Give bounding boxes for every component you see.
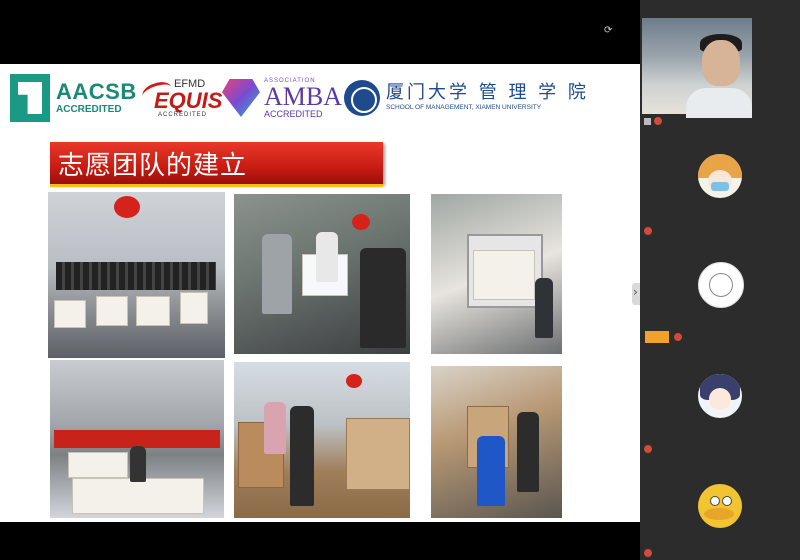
lantern-icon — [346, 374, 362, 388]
xmu-seal-icon — [344, 80, 380, 116]
volunteer-figure — [517, 412, 539, 492]
volunteer-figure — [316, 232, 338, 282]
supply-box — [54, 300, 86, 328]
participant-name-row — [674, 330, 686, 344]
equis-logo: EFMD EQUIS ACCREDITED — [140, 70, 222, 126]
cargo-boxes — [473, 250, 535, 300]
volunteer-figure — [477, 436, 505, 506]
supply-box — [136, 296, 170, 326]
camera-icon — [644, 117, 651, 125]
collapse-panel-tab[interactable] — [632, 283, 640, 305]
photo-handover — [234, 194, 410, 354]
aacsb-accredited-text: ACCREDITED — [56, 104, 122, 115]
volunteer-figure — [360, 248, 406, 348]
xmu-english-text: SCHOOL OF MANAGEMENT, XIAMEN UNIVERSITY — [386, 104, 542, 112]
mic-muted-icon — [644, 445, 652, 453]
photo-volunteer-group — [48, 192, 225, 358]
xmu-name-text: 厦门大学 管 理 学 院 — [386, 82, 589, 104]
mic-muted-icon — [644, 227, 652, 235]
participant-avatar[interactable] — [698, 484, 742, 528]
volunteer-figure — [130, 446, 146, 482]
volunteer-crowd — [56, 262, 216, 290]
aacsb-logo-text: AACSB — [56, 79, 137, 104]
participant-name-row — [644, 114, 666, 128]
volunteer-figure — [535, 278, 553, 338]
photo-carrying-boxes — [431, 366, 562, 518]
amba-gem-icon — [222, 79, 260, 117]
supply-box — [68, 452, 128, 478]
amba-accredited-text: ACCREDITED — [264, 108, 323, 119]
participant-name-row — [644, 546, 656, 560]
supply-box — [96, 296, 128, 326]
participant-name-row — [644, 224, 656, 238]
participant-avatar[interactable] — [698, 154, 742, 198]
photo-truck-loading — [431, 194, 562, 354]
aacsb-mark-icon — [10, 74, 50, 122]
title-underline — [50, 184, 383, 187]
volunteer-figure — [262, 234, 292, 314]
host-badge — [645, 331, 669, 343]
lantern-icon — [114, 196, 140, 218]
active-speaker-video[interactable] — [642, 18, 752, 118]
lantern-icon — [352, 214, 370, 230]
participant-name-row — [644, 442, 656, 456]
shared-slide: AACSB ACCREDITED EFMD EQUIS ACCREDITED A… — [0, 64, 640, 522]
volunteer-figure — [290, 406, 314, 506]
logo-strip: AACSB ACCREDITED EFMD EQUIS ACCREDITED A… — [0, 64, 640, 134]
xmu-logo: 厦门大学 管 理 学 院 SCHOOL OF MANAGEMENT, XIAME… — [344, 70, 589, 126]
amba-logo: ASSOCIATION AMBA ACCREDITED — [222, 70, 342, 126]
equis-accredited-text: ACCREDITED — [158, 111, 208, 118]
supply-box-stack — [72, 478, 204, 514]
mic-muted-icon — [654, 117, 662, 125]
volunteer-figure — [264, 402, 286, 454]
supply-box — [180, 292, 208, 324]
participant-avatar[interactable] — [698, 374, 742, 418]
photo-unpacking — [234, 362, 410, 518]
expand-icon[interactable]: ⟳ — [604, 25, 612, 36]
aacsb-logo: AACSB ACCREDITED — [10, 70, 137, 126]
mic-muted-icon — [644, 549, 652, 557]
slide-title: 志愿团队的建立 — [58, 150, 248, 181]
photo-banner-supplies — [50, 360, 224, 518]
cardboard-box — [346, 418, 410, 490]
participant-avatar[interactable] — [698, 262, 744, 308]
speaker-face — [702, 40, 740, 86]
slide-title-banner: 志愿团队的建立 — [50, 142, 383, 184]
amba-text: AMBA — [264, 81, 343, 111]
mic-muted-icon — [674, 333, 682, 341]
